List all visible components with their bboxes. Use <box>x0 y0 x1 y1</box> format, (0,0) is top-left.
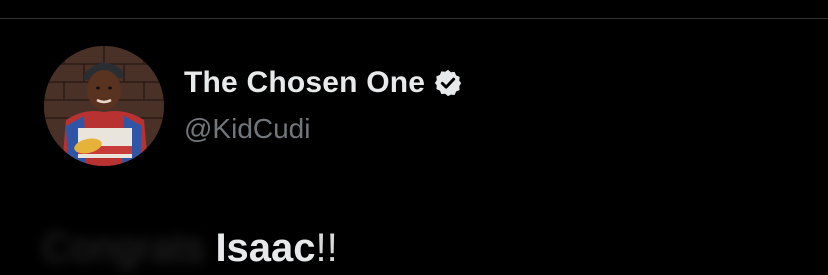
tweet-text: Congrats Isaac!! <box>42 226 338 271</box>
obscured-text: Congrats <box>42 226 205 270</box>
tweet-name-text: Isaac <box>215 226 316 270</box>
top-divider <box>0 18 828 19</box>
display-name[interactable]: The Chosen One <box>184 66 425 100</box>
tweet-punct-text: !! <box>315 226 338 270</box>
name-row: The Chosen One <box>184 66 463 100</box>
avatar[interactable] <box>44 46 164 166</box>
avatar-photo <box>44 46 164 166</box>
user-handle[interactable]: @KidCudi <box>184 113 310 145</box>
verified-badge-icon <box>433 68 463 98</box>
